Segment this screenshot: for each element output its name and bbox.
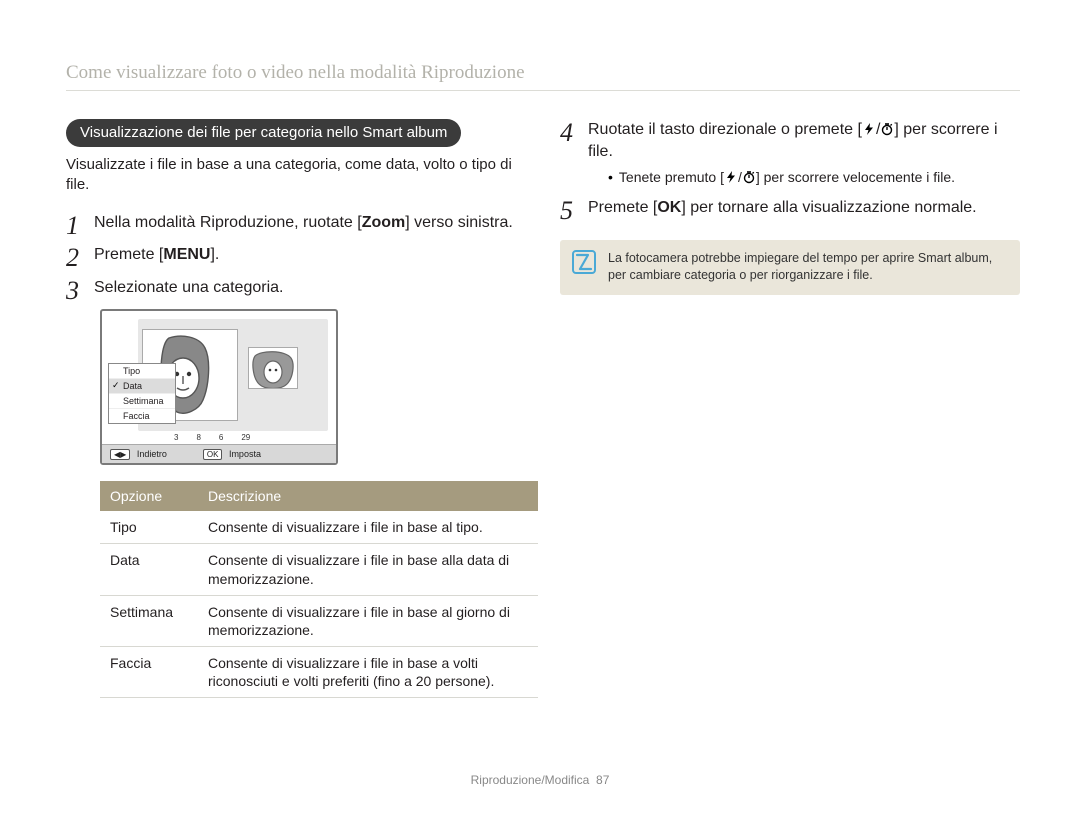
intro-text: Visualizzate i file in base a una catego…	[66, 155, 526, 194]
step-1: Nella modalità Riproduzione, ruotate [Zo…	[66, 212, 526, 234]
page-number: 87	[596, 773, 609, 787]
step-5: Premete [OK] per tornare alla visualizza…	[560, 197, 1020, 219]
step-2: Premete [MENU].	[66, 244, 526, 266]
footer-section: Riproduzione/Modifica	[471, 773, 590, 787]
timer-icon	[742, 170, 756, 184]
timeline-val: 6	[219, 433, 223, 442]
note-icon	[572, 250, 596, 274]
opt-desc: Consente di visualizzare i file in base …	[198, 647, 538, 698]
step-text: Premete [	[588, 199, 657, 216]
step-bold: MENU	[163, 246, 210, 263]
timeline-val: 8	[196, 433, 200, 442]
step-text: Ruotate il tasto direzionale o premete [	[588, 121, 862, 138]
flash-icon	[724, 170, 738, 184]
step-text: Nella modalità Riproduzione, ruotate [	[94, 214, 362, 231]
step-text: ] per tornare alla visualizzazione norma…	[681, 199, 976, 216]
left-steps-list: Nella modalità Riproduzione, ruotate [Zo…	[66, 212, 526, 299]
dropdown-item-settimana: Settimana	[109, 394, 175, 409]
th-descrizione: Descrizione	[198, 481, 538, 511]
timeline-counts: 3 8 6 29	[174, 431, 328, 443]
sub-text: ] per scorrere velocemente i file.	[756, 169, 955, 185]
step-text: Selezionate una categoria.	[94, 279, 283, 296]
page-footer: Riproduzione/Modifica 87	[0, 773, 1080, 787]
back-label: Indietro	[137, 449, 167, 459]
timeline-val: 3	[174, 433, 178, 442]
step-text: Premete [	[94, 246, 163, 263]
opt-desc: Consente di visualizzare i file in base …	[198, 595, 538, 646]
opt-desc: Consente di visualizzare i file in base …	[198, 511, 538, 544]
step-4-sub-bullet: • Tenete premuto [/] per scorrere veloce…	[608, 168, 1020, 188]
camera-screen-mock: Tipo Data Settimana Faccia 3 8 6 29 ◀▶	[100, 309, 338, 465]
screen-footer-bar: ◀▶ Indietro OK Imposta	[102, 444, 336, 463]
step-text: ].	[210, 246, 219, 263]
page-title: Come visualizzare foto o video nella mod…	[66, 62, 1020, 91]
thumbnail-small-face	[248, 347, 298, 389]
info-note: La fotocamera potrebbe impiegare del tem…	[560, 240, 1020, 295]
opt-name: Settimana	[100, 595, 198, 646]
dropdown-item-faccia: Faccia	[109, 409, 175, 423]
dropdown-item-data: Data	[109, 379, 175, 394]
sub-text: Tenete premuto [	[619, 169, 724, 185]
category-dropdown: Tipo Data Settimana Faccia	[108, 363, 176, 424]
bullet-dot: •	[608, 168, 613, 188]
th-opzione: Opzione	[100, 481, 198, 511]
dropdown-item-tipo: Tipo	[109, 364, 175, 379]
table-row: Faccia Consente di visualizzare i file i…	[100, 647, 538, 698]
section-heading-pill: Visualizzazione dei file per categoria n…	[66, 119, 461, 147]
table-row: Settimana Consente di visualizzare i fil…	[100, 595, 538, 646]
left-column: Visualizzazione dei file per categoria n…	[66, 119, 526, 698]
step-text: ] verso sinistra.	[405, 214, 513, 231]
step-3: Selezionate una categoria.	[66, 277, 526, 299]
opt-name: Tipo	[100, 511, 198, 544]
opt-name: Faccia	[100, 647, 198, 698]
ok-key: OK	[657, 199, 681, 216]
note-text: La fotocamera potrebbe impiegare del tem…	[608, 251, 992, 283]
right-column: Ruotate il tasto direzionale o premete […	[560, 119, 1020, 698]
options-table: Opzione Descrizione Tipo Consente di vis…	[100, 481, 538, 698]
ok-icon: OK	[203, 449, 223, 460]
step-4: Ruotate il tasto direzionale o premete […	[560, 119, 1020, 187]
timeline-val: 29	[241, 433, 250, 442]
table-row: Tipo Consente di visualizzare i file in …	[100, 511, 538, 544]
table-row: Data Consente di visualizzare i file in …	[100, 544, 538, 595]
left-right-icon: ◀▶	[110, 449, 130, 460]
flash-icon	[862, 121, 876, 135]
step-bold: Zoom	[362, 214, 406, 231]
right-steps-list: Ruotate il tasto direzionale o premete […	[560, 119, 1020, 220]
opt-name: Data	[100, 544, 198, 595]
opt-desc: Consente di visualizzare i file in base …	[198, 544, 538, 595]
set-label: Imposta	[229, 449, 261, 459]
timer-icon	[880, 121, 894, 135]
